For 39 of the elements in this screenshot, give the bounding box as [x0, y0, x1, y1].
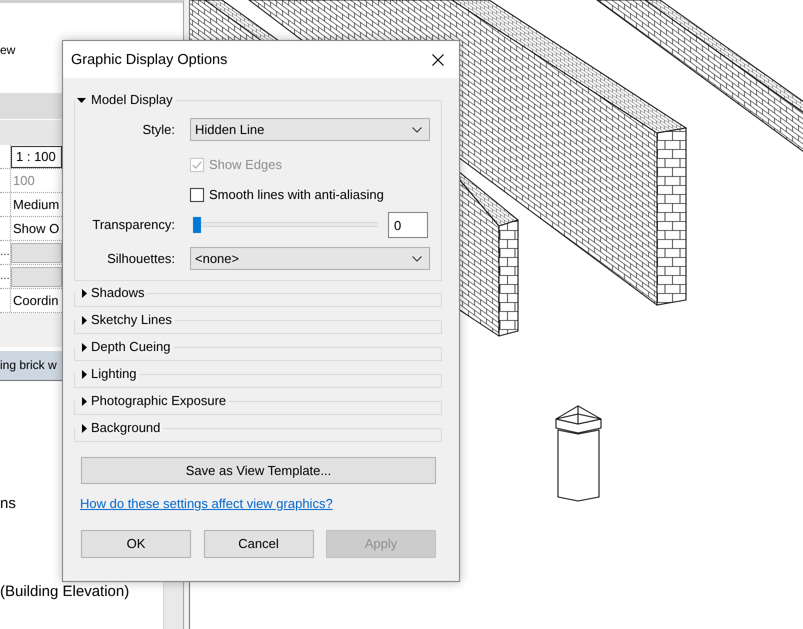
property-label: … [0, 247, 10, 259]
dialog-button[interactable]: OK [81, 530, 191, 558]
field-label: Transparency: [91, 217, 175, 233]
section-header[interactable]: Lighting [75, 366, 140, 382]
property-value: Show O [12, 220, 60, 238]
checkbox[interactable] [190, 188, 204, 202]
edit-button[interactable] [11, 266, 62, 286]
edit-button[interactable] [11, 242, 62, 262]
dropdown[interactable]: <none> [190, 247, 430, 270]
close-icon [432, 54, 444, 66]
field-label: Style: [141, 122, 175, 138]
section-header[interactable]: Shadows [75, 285, 148, 301]
slider-thumb[interactable] [193, 217, 201, 233]
scrollbar[interactable] [163, 581, 183, 629]
tree-item[interactable]: (Building Elevation) [0, 581, 130, 602]
field-label: Silhouettes: [106, 250, 175, 266]
number-field[interactable]: 0 [388, 212, 428, 238]
section-header[interactable]: Photographic Exposure [75, 393, 230, 409]
property-value: 100 [12, 172, 36, 190]
browser-title-bar: ing brick w [0, 351, 62, 381]
check-icon [192, 160, 202, 168]
dialog-title: Graphic Display Options [71, 50, 228, 68]
chevron-down-icon [412, 126, 422, 132]
help-link[interactable]: How do these settings affect view graphics? [80, 497, 333, 511]
property-field[interactable]: 1 : 100 [11, 146, 62, 168]
section-header[interactable]: Sketchy Lines [75, 312, 175, 328]
property-label: … [0, 271, 10, 283]
section-header[interactable]: Depth Cueing [75, 339, 174, 355]
section-header[interactable]: Model Display [75, 92, 176, 108]
chevron-down-icon [412, 256, 422, 262]
save-template-button[interactable]: Save as View Template... [81, 457, 436, 484]
section-header[interactable]: Background [75, 420, 164, 436]
tree-item[interactable]: ns [0, 494, 16, 514]
dialog-button[interactable]: Cancel [204, 530, 314, 558]
property-value: Medium [12, 196, 60, 214]
view-type-label: ew [0, 43, 16, 57]
property-value: Coordin [12, 292, 60, 310]
dropdown[interactable]: Hidden Line [190, 118, 430, 141]
checkbox-label[interactable]: Smooth lines with anti-aliasing [209, 186, 384, 202]
